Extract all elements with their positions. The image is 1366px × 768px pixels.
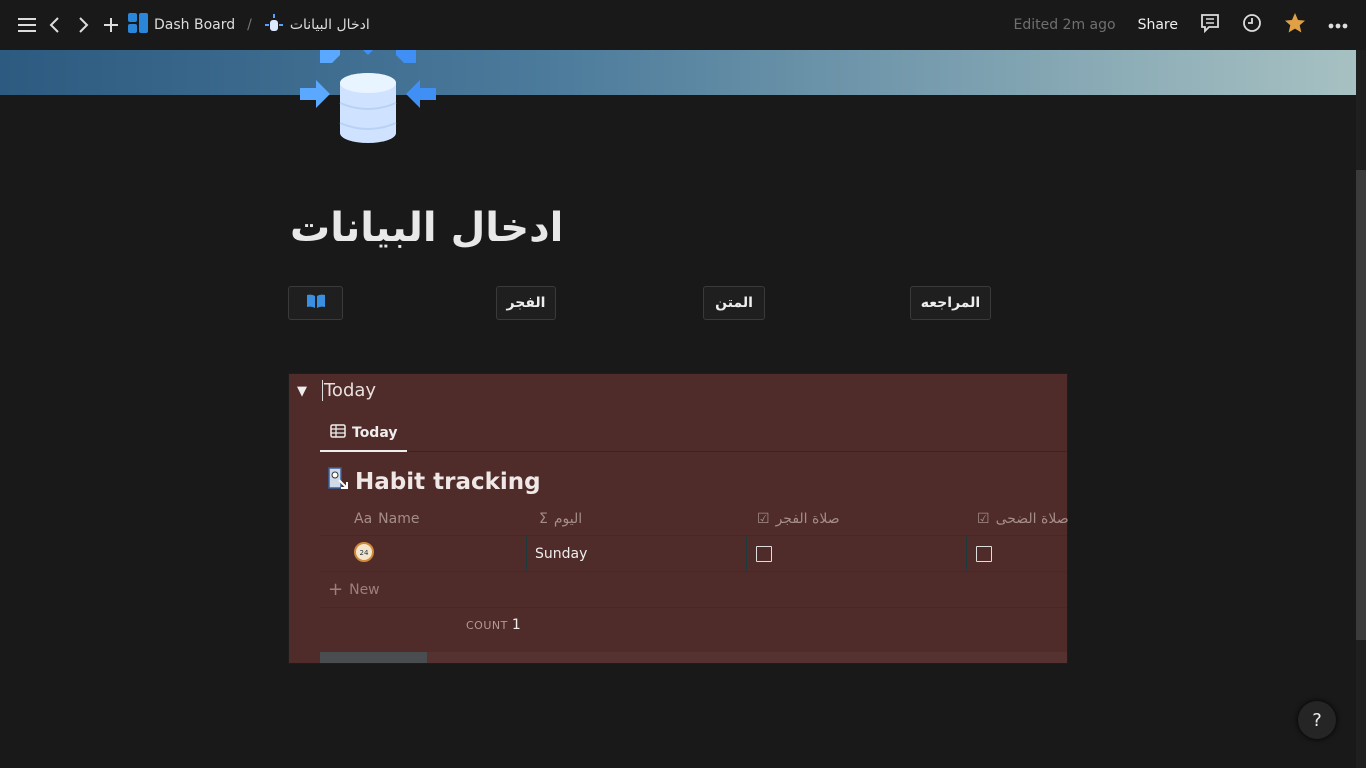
name-cell[interactable]: 24 xyxy=(320,536,527,571)
table-icon xyxy=(330,424,346,442)
count-label: COUNT xyxy=(466,619,508,632)
page-title[interactable]: ادخال البيانات xyxy=(290,205,563,251)
topbar: Dash Board / ادخال البيانات Edited 2m ag… xyxy=(0,0,1366,50)
scrollbar-thumb[interactable] xyxy=(320,652,427,663)
vertical-scrollbar[interactable] xyxy=(1356,50,1366,768)
matn-button[interactable]: المتن xyxy=(703,286,765,320)
share-button[interactable]: Share xyxy=(1138,17,1178,33)
column-name[interactable]: Aa Name xyxy=(354,502,419,535)
menu-icon[interactable] xyxy=(16,14,38,36)
review-button[interactable]: المراجعه xyxy=(910,286,991,320)
breadcrumb-page[interactable]: ادخال البيانات xyxy=(290,17,370,33)
day-cell[interactable]: Sunday xyxy=(527,536,747,571)
new-row-button[interactable]: + New xyxy=(320,572,1067,608)
database-title-text: Habit tracking xyxy=(355,469,541,495)
24h-clock-icon: 24 xyxy=(354,541,374,566)
checkbox[interactable] xyxy=(976,545,992,562)
habit-tracking-icon xyxy=(327,466,349,498)
column-duha[interactable]: ☑ صلاة الضحى xyxy=(977,502,1069,535)
toggle-triangle-icon[interactable]: ▼ xyxy=(297,384,307,399)
more-icon[interactable] xyxy=(1328,17,1348,33)
tab-label: Today xyxy=(352,425,398,441)
breadcrumb-separator: / xyxy=(247,17,252,33)
database-icon xyxy=(264,13,284,37)
comment-icon[interactable] xyxy=(1200,13,1220,37)
column-fajr[interactable]: ☑ صلاة الفجر xyxy=(757,502,840,535)
scrollbar-thumb[interactable] xyxy=(1356,170,1366,640)
page-cover[interactable] xyxy=(0,50,1356,95)
book-button[interactable] xyxy=(288,286,343,320)
breadcrumb: Dash Board / ادخال البيانات xyxy=(128,13,370,37)
horizontal-scrollbar[interactable] xyxy=(320,652,1067,663)
toggle-title[interactable]: Today xyxy=(322,380,376,401)
text-type-icon: Aa xyxy=(354,510,373,527)
view-tabs: Today xyxy=(320,416,1067,452)
column-label: صلاة الضحى xyxy=(995,510,1069,527)
formula-icon: Σ xyxy=(539,510,548,527)
table-row[interactable]: 24 Sunday xyxy=(320,536,1067,572)
column-label: اليوم xyxy=(553,510,583,527)
today-toggle-block: ▼ Today Today Habit tracking Aa Name Σ الي… xyxy=(288,373,1069,664)
back-icon[interactable] xyxy=(44,14,66,36)
add-icon[interactable] xyxy=(100,14,122,36)
count-value: 1 xyxy=(511,617,522,633)
help-button[interactable]: ? xyxy=(1298,701,1336,739)
svg-text:24: 24 xyxy=(360,549,369,557)
table-header: Aa Name Σ اليوم ☑ صلاة الفجر ☑ صلاة الضحى xyxy=(320,502,1069,536)
favorite-star-icon[interactable] xyxy=(1284,12,1306,38)
forward-icon[interactable] xyxy=(72,14,94,36)
breadcrumb-workspace[interactable]: Dash Board xyxy=(154,17,235,33)
column-label: Name xyxy=(378,510,420,527)
plus-icon: + xyxy=(328,579,344,600)
history-clock-icon[interactable] xyxy=(1242,13,1262,37)
duha-cell[interactable] xyxy=(967,536,1067,571)
dashboard-icon xyxy=(128,13,148,37)
book-icon xyxy=(306,293,326,313)
database-page-icon[interactable] xyxy=(298,40,438,146)
database-title[interactable]: Habit tracking xyxy=(327,466,541,498)
fajr-button[interactable]: الفجر xyxy=(496,286,556,320)
checkbox[interactable] xyxy=(756,545,772,562)
fajr-cell[interactable] xyxy=(747,536,967,571)
count-summary[interactable]: COUNT 1 xyxy=(466,617,521,633)
edited-status: Edited 2m ago xyxy=(1013,17,1116,33)
tab-today[interactable]: Today xyxy=(320,416,408,452)
column-label: صلاة الفجر xyxy=(775,510,840,527)
column-day[interactable]: Σ اليوم xyxy=(539,502,582,535)
checkbox-type-icon: ☑ xyxy=(977,510,990,527)
checkbox-type-icon: ☑ xyxy=(757,510,770,527)
new-label: New xyxy=(349,581,380,598)
